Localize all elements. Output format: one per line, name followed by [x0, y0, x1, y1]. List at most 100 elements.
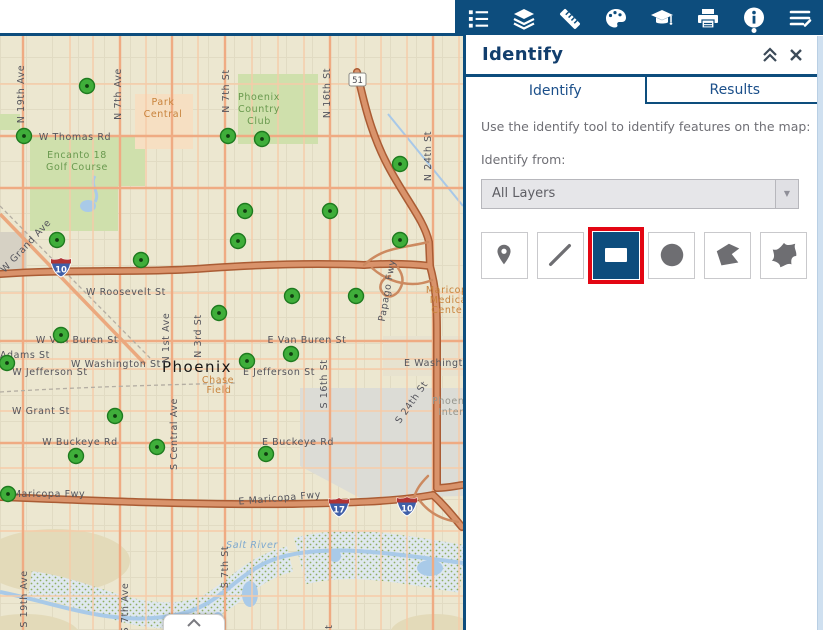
map-label: 16th St [324, 625, 335, 630]
feature-point[interactable] [67, 447, 85, 465]
map-label: N 24th St [423, 131, 434, 181]
rectangle-icon [605, 248, 628, 263]
identify-panel: Identify Identify Results Use the identi… [463, 35, 823, 630]
freehand-polygon-icon [771, 243, 796, 268]
freehand-tool-button[interactable] [760, 231, 807, 279]
svg-text:51: 51 [352, 76, 363, 86]
feature-point[interactable] [15, 127, 33, 145]
map-label: Maricopa Fwy [13, 489, 86, 500]
feature-point[interactable] [347, 287, 365, 305]
feature-point[interactable] [132, 251, 150, 269]
legend-icon[interactable] [463, 3, 493, 33]
feature-point[interactable] [238, 352, 256, 370]
chevron-down-icon: ▼ [775, 179, 798, 208]
map-label: S 16th St [319, 359, 330, 408]
feature-point[interactable] [210, 304, 228, 322]
draw-icon[interactable] [601, 3, 631, 33]
feature-point[interactable] [52, 326, 70, 344]
draw-tools-row [481, 226, 807, 284]
feature-point[interactable] [148, 438, 166, 456]
feature-point[interactable] [78, 77, 96, 95]
map-label: N 16th St [322, 68, 333, 118]
feature-point[interactable] [282, 345, 300, 363]
line-icon [549, 244, 572, 267]
map-label: Phoenix [238, 92, 280, 103]
widget-toolbar [455, 0, 823, 35]
close-button[interactable] [783, 42, 809, 68]
feature-point[interactable] [283, 287, 301, 305]
attribute-table-toggle[interactable] [163, 614, 225, 630]
feature-point[interactable] [219, 127, 237, 145]
circle-tool-button[interactable] [648, 231, 696, 279]
map-label: N 3rd St [193, 314, 204, 358]
polygon-icon [716, 244, 739, 266]
feature-point[interactable] [253, 130, 271, 148]
map-label: S 7th Ave [120, 583, 131, 630]
panel-header: Identify [466, 35, 823, 74]
bookmark-icon[interactable] [647, 3, 677, 33]
map-label: S 19th Ave [19, 570, 30, 627]
measure-icon[interactable] [555, 3, 585, 33]
double-chevron-up-icon [763, 46, 777, 62]
map-label: Inter [438, 407, 463, 418]
feature-point[interactable] [48, 231, 66, 249]
route-shield-i10-east: 10 [396, 496, 418, 517]
tab-identify[interactable]: Identify [466, 77, 645, 104]
circle-icon [660, 244, 684, 267]
line-tool-button[interactable] [536, 231, 584, 279]
map-label: E Van Buren St [268, 335, 347, 346]
map-label: N 7th Ave [113, 68, 124, 120]
map-label: Central [144, 109, 183, 120]
feature-point[interactable] [236, 202, 254, 220]
map-label: S 7th St [220, 546, 231, 588]
feature-point[interactable] [229, 232, 247, 250]
layers-icon[interactable] [509, 3, 539, 33]
map-label: Phoenix [432, 396, 463, 407]
feature-point[interactable] [391, 231, 409, 249]
route-shield-i17: 17 [328, 497, 350, 518]
close-icon [790, 48, 802, 61]
layer-select[interactable]: All Layers ▼ [481, 178, 799, 209]
map-label: Field [207, 385, 232, 396]
map-label: W Thomas Rd [39, 132, 111, 143]
panel-scrollbar[interactable] [817, 36, 823, 630]
map-label: W Roosevelt St [86, 287, 166, 298]
map-label: E Buckeye Rd [262, 437, 334, 448]
map-canvas[interactable]: N 19th Ave N 7th Ave N 7th St N 16th St N 24… [0, 36, 463, 630]
map-label: N 1st Ave [161, 313, 172, 364]
info-icon[interactable] [739, 3, 769, 33]
map-label: Country [238, 104, 280, 115]
more-icon[interactable] [785, 3, 815, 33]
collapse-button[interactable] [757, 42, 783, 68]
map-label: E Jefferson St [243, 367, 315, 378]
feature-point[interactable] [391, 155, 409, 173]
map-label: E Washington [404, 358, 463, 369]
map-label: W Buckeye Rd [42, 437, 118, 448]
print-icon[interactable] [693, 3, 723, 33]
panel-body: Use the identify tool to identify featur… [466, 104, 823, 284]
map-label: S Central Ave [169, 398, 180, 470]
chevron-up-icon [187, 618, 201, 627]
top-strip [0, 0, 463, 33]
app-window: N 19th Ave N 7th Ave N 7th St N 16th St N 24… [0, 0, 823, 630]
feature-point[interactable] [0, 354, 16, 372]
tab-results[interactable]: Results [644, 77, 823, 104]
map-label: Park [152, 97, 175, 108]
svg-text:10: 10 [55, 266, 67, 276]
feature-point[interactable] [257, 445, 275, 463]
rectangle-tool-button[interactable] [587, 226, 645, 284]
map-label: Salt River [226, 540, 278, 551]
map-label: W Grant St [12, 406, 70, 417]
point-tool-button[interactable] [481, 231, 528, 279]
feature-point[interactable] [0, 485, 17, 503]
polygon-tool-button[interactable] [704, 231, 752, 279]
map-label: Encanto 18 [47, 150, 107, 161]
layer-select-value: All Layers [492, 186, 556, 202]
feature-point[interactable] [321, 202, 339, 220]
feature-point[interactable] [106, 407, 124, 425]
map-label: W Jefferson St [12, 367, 87, 378]
svg-text:17: 17 [333, 506, 345, 516]
map-label: Phoenix [162, 358, 232, 376]
map-label: Golf Course [46, 162, 108, 173]
map-label: N 7th St [221, 69, 232, 113]
